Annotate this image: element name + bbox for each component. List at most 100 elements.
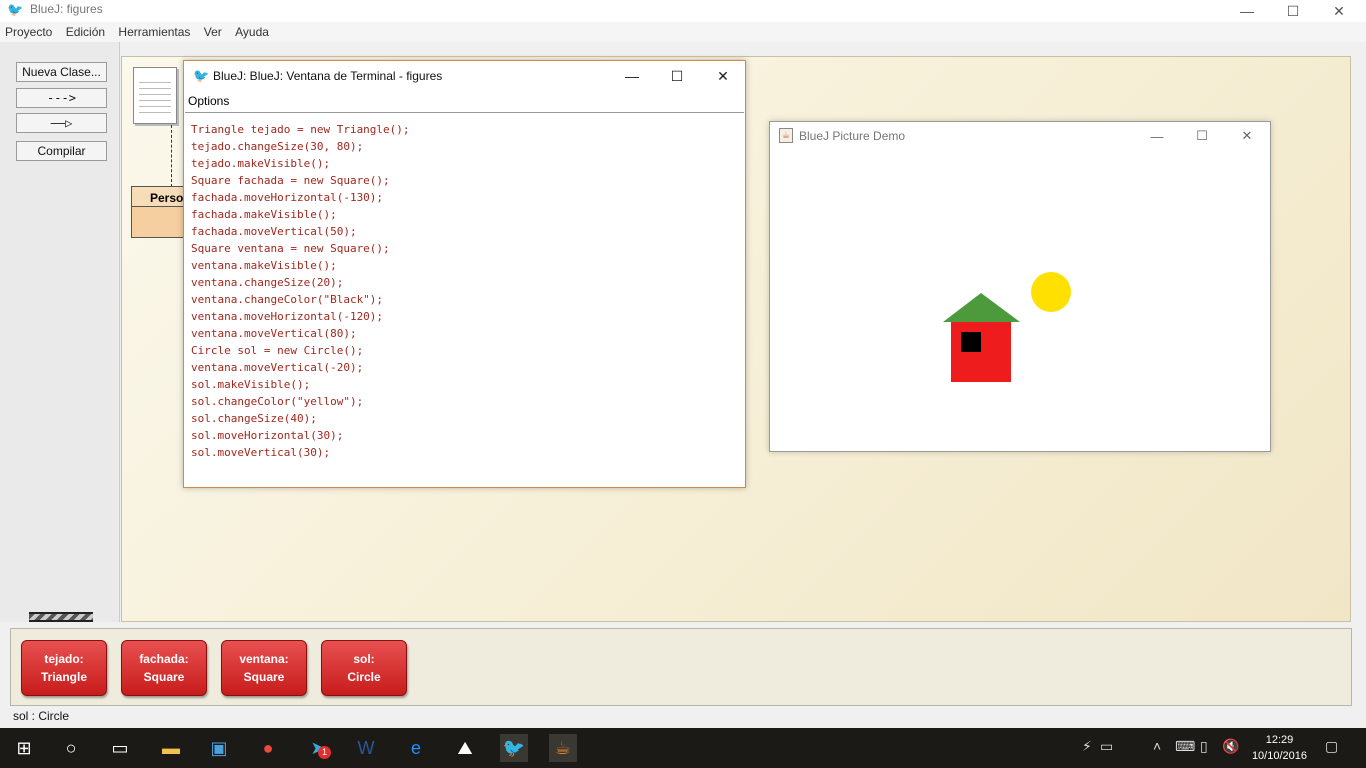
picture-titlebar: ☕ BlueJ Picture Demo — ☐ ✕ [770, 122, 1270, 150]
action-center-icon[interactable]: ▢ [1325, 738, 1338, 755]
object-name: fachada: [139, 652, 189, 666]
photos-icon[interactable]: ⛰ [451, 734, 479, 762]
object-tejado[interactable]: tejado: Triangle [21, 640, 107, 696]
task-view-icon[interactable]: ▭ [106, 734, 134, 762]
menu-proyecto[interactable]: Proyecto [0, 22, 57, 42]
object-name: tejado: [44, 652, 84, 666]
minimize-icon[interactable]: — [1224, 0, 1270, 22]
windows-start-icon[interactable]: ⊞ [10, 734, 38, 762]
object-type: Square [243, 670, 285, 684]
terminal-line: sol.changeColor("yellow"); [191, 395, 364, 408]
terminal-line: Triangle tejado = new Triangle(); [191, 123, 410, 136]
network-icon[interactable]: ▯ [1200, 738, 1208, 755]
terminal-line: ventana.changeColor("Black"); [191, 293, 384, 306]
terminal-line: sol.makeVisible(); [191, 378, 311, 391]
terminal-line: ventana.moveVertical(-20); [191, 361, 364, 374]
object-type: Square [143, 670, 185, 684]
object-type: Circle [347, 670, 381, 684]
bluej-app-icon: 🐦 [193, 68, 210, 83]
terminal-line: sol.moveVertical(30); [191, 446, 331, 459]
menu-ayuda[interactable]: Ayuda [230, 22, 274, 42]
menu-edicion[interactable]: Edición [61, 22, 110, 42]
object-fachada[interactable]: fachada: Square [121, 640, 207, 696]
picture-window-title: BlueJ Picture Demo [799, 129, 906, 143]
main-menubar: Proyecto Edición Herramientas Ver Ayuda [0, 22, 1366, 42]
terminal-line: ventana.changeSize(20); [191, 276, 344, 289]
object-name: ventana: [239, 652, 289, 666]
terminal-line: tejado.makeVisible(); [191, 157, 331, 170]
left-toolbar: Nueva Clase... ---> ——▷ Compilar [0, 42, 120, 622]
battery-plug-icon[interactable]: ⚡ [1082, 738, 1092, 755]
terminal-line: Circle sol = new Circle(); [191, 344, 364, 357]
object-ventana[interactable]: ventana: Square [221, 640, 307, 696]
terminal-line: ventana.moveHorizontal(-120); [191, 310, 384, 323]
solid-arrow-button[interactable]: ——▷ [16, 113, 107, 133]
battery-icon[interactable]: ▭ [1100, 738, 1113, 755]
windows-taskbar: ⊞ ○ ▭ ▬ ▣ ● ➤ 1 W e ⛰ 🐦 ☕ ⚡ ▭ ˄ ⌨ ▯ 🔇 12… [0, 728, 1366, 768]
java-icon: ☕ [779, 128, 793, 143]
terminal-line: sol.changeSize(40); [191, 412, 317, 425]
new-class-button[interactable]: Nueva Clase... [16, 62, 107, 82]
terminal-line: fachada.moveVertical(50); [191, 225, 357, 238]
main-window-title: BlueJ: figures [30, 2, 103, 16]
readme-file-icon[interactable] [133, 67, 177, 124]
clock[interactable]: 12:29 10/10/2016 [1252, 732, 1307, 764]
terminal-line: fachada.makeVisible(); [191, 208, 337, 221]
machine-activity-indicator [29, 612, 93, 622]
window-square [961, 332, 981, 352]
object-bench: tejado: Triangle fachada: Square ventana… [10, 628, 1352, 706]
close-icon[interactable]: ✕ [708, 65, 738, 87]
picture-demo-window: ☕ BlueJ Picture Demo — ☐ ✕ [769, 121, 1271, 452]
volume-muted-icon[interactable]: 🔇 [1222, 738, 1239, 755]
terminal-menubar: Options [184, 91, 745, 111]
roof-triangle [943, 293, 1020, 322]
terminal-line: fachada.moveHorizontal(-130); [191, 191, 384, 204]
terminal-titlebar: 🐦 BlueJ: BlueJ: Ventana de Terminal - fi… [184, 61, 745, 91]
object-name: sol: [353, 652, 375, 666]
chevron-up-icon[interactable]: ˄ [1153, 738, 1161, 754]
menu-options[interactable]: Options [188, 94, 229, 108]
chrome-icon[interactable]: ● [254, 734, 282, 762]
status-bar-text: sol : Circle [13, 709, 70, 723]
maximize-icon[interactable]: ☐ [1187, 125, 1217, 147]
terminal-line: sol.moveHorizontal(30); [191, 429, 344, 442]
terminal-line: ventana.moveVertical(80); [191, 327, 357, 340]
terminal-line: Square fachada = new Square(); [191, 174, 390, 187]
clock-time: 12:29 [1265, 734, 1294, 746]
object-sol[interactable]: sol: Circle [321, 640, 407, 696]
bluej-app-icon: 🐦 [7, 2, 24, 17]
object-type: Triangle [40, 670, 87, 684]
minimize-icon[interactable]: — [617, 65, 647, 87]
class-box-person[interactable]: Person [131, 186, 191, 238]
terminal-line: tejado.changeSize(30, 80); [191, 140, 364, 153]
notification-badge: 1 [318, 746, 331, 759]
main-titlebar: 🐦 BlueJ: figures — ☐ ✕ [0, 0, 1366, 22]
picture-drawing [943, 272, 1071, 382]
menu-ver[interactable]: Ver [199, 22, 227, 42]
java-taskbar-icon[interactable]: ☕ [549, 734, 577, 762]
close-icon[interactable]: ✕ [1232, 125, 1262, 147]
clock-date: 10/10/2016 [1251, 750, 1307, 762]
class-box-name: Person [132, 187, 190, 207]
terminal-output[interactable]: Triangle tejado = new Triangle(); tejado… [185, 112, 744, 487]
close-icon[interactable]: ✕ [1316, 0, 1362, 22]
terminal-line: ventana.makeVisible(); [191, 259, 337, 272]
sun-circle [1031, 272, 1071, 312]
cortana-circle-icon[interactable]: ○ [57, 734, 85, 762]
dependency-arrow [171, 125, 172, 187]
file-explorer-icon[interactable]: ▬ [157, 734, 185, 762]
maximize-icon[interactable]: ☐ [1270, 0, 1316, 22]
edge-icon[interactable]: e [402, 734, 430, 762]
terminal-window: 🐦 BlueJ: BlueJ: Ventana de Terminal - fi… [183, 60, 746, 488]
input-method-icon[interactable]: ⌨ [1175, 738, 1195, 755]
word-icon[interactable]: W [352, 734, 380, 762]
dashed-arrow-button[interactable]: ---> [16, 88, 107, 108]
remote-desktop-icon[interactable]: ▣ [205, 734, 233, 762]
terminal-title: BlueJ: BlueJ: Ventana de Terminal - figu… [213, 69, 443, 83]
compile-button[interactable]: Compilar [16, 141, 107, 161]
menu-herramientas[interactable]: Herramientas [113, 22, 195, 42]
picture-canvas [771, 150, 1269, 451]
maximize-icon[interactable]: ☐ [662, 65, 692, 87]
bluej-taskbar-icon[interactable]: 🐦 [500, 734, 528, 762]
minimize-icon[interactable]: — [1142, 125, 1172, 147]
